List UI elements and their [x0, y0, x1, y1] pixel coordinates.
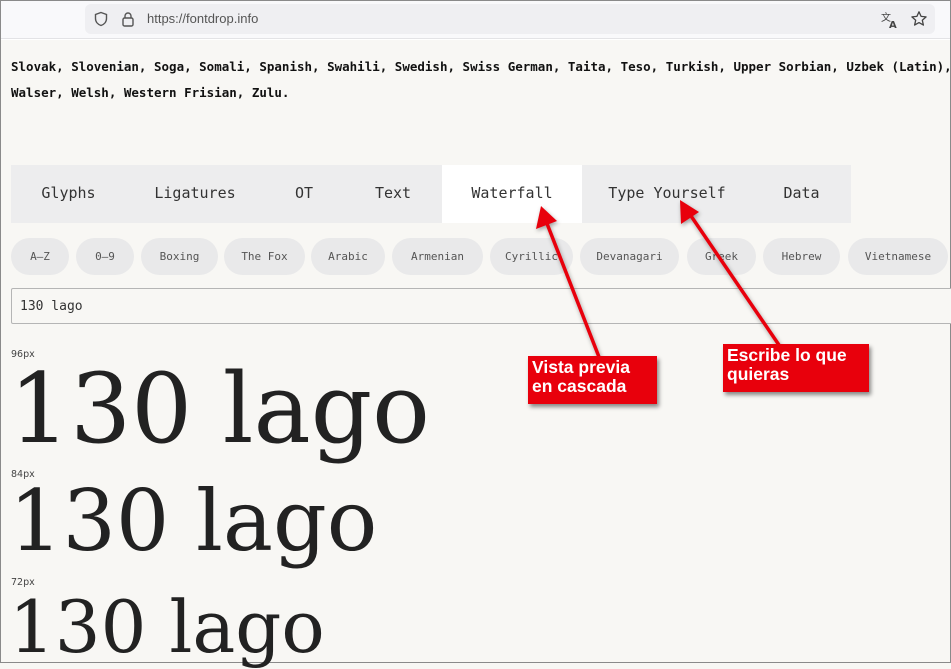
pill-devanagari[interactable]: Devanagari — [580, 238, 679, 275]
translate-icon[interactable]: 文A — [881, 11, 897, 31]
callout-type-yourself: Escribe lo que quieras — [723, 344, 869, 392]
address-bar[interactable]: https://fontdrop.info — [85, 4, 935, 34]
callout-waterfall-line-2: en cascada — [532, 376, 627, 396]
sample-pills: A–Z 0–9 Boxing The Fox Arabic Armenian C… — [11, 238, 951, 275]
callout-waterfall-preview: Vista previa en cascada — [528, 356, 657, 404]
waterfall-sample-84: 130 lago — [9, 472, 378, 570]
callout-type-line-2: quieras — [727, 364, 790, 384]
waterfall-sample-96: 130 lago — [9, 353, 430, 465]
callout-type-line-1: Escribe lo que — [727, 345, 847, 365]
pill-vietnamese[interactable]: Vietnamese — [848, 238, 948, 275]
tab-ot[interactable]: OT — [264, 165, 344, 223]
waterfall-sample-72: 130 lago — [9, 585, 325, 669]
browser-toolbar: https://fontdrop.info 文A — [1, 1, 950, 39]
languages-line-2: Walser, Welsh, Western Frisian, Zulu. — [11, 85, 290, 100]
pill-greek[interactable]: Greek — [687, 238, 756, 275]
pill-the-fox[interactable]: The Fox — [224, 238, 305, 275]
languages-clip: Slovak, Slovenian, Soga, Somali, Spanish… — [1, 40, 950, 80]
pill-arabic[interactable]: Arabic — [311, 238, 385, 275]
pill-boxing[interactable]: Boxing — [141, 238, 218, 275]
arrow-to-waterfall — [536, 206, 601, 358]
tab-type-yourself[interactable]: Type Yourself — [582, 165, 752, 223]
lock-icon[interactable] — [120, 11, 136, 27]
sample-text-input[interactable] — [11, 288, 951, 324]
pill-0-9[interactable]: 0–9 — [76, 238, 134, 275]
pill-a-z[interactable]: A–Z — [11, 238, 69, 275]
pill-armenian[interactable]: Armenian — [392, 238, 483, 275]
pill-cyrillic[interactable]: Cyrillic — [490, 238, 573, 275]
url-text: https://fontdrop.info — [147, 11, 259, 26]
shield-icon[interactable] — [93, 11, 109, 27]
svg-text:A: A — [889, 20, 897, 29]
languages-line-1: Slovak, Slovenian, Soga, Somali, Spanish… — [11, 59, 950, 74]
tab-text[interactable]: Text — [344, 165, 442, 223]
tab-bar: Glyphs Ligatures OT Text Waterfall Type … — [11, 165, 851, 223]
callout-waterfall-line-1: Vista previa — [532, 357, 630, 377]
pill-hebrew[interactable]: Hebrew — [763, 238, 840, 275]
tab-ligatures[interactable]: Ligatures — [126, 165, 264, 223]
tab-glyphs[interactable]: Glyphs — [11, 165, 126, 223]
tab-data[interactable]: Data — [752, 165, 851, 223]
tab-waterfall[interactable]: Waterfall — [442, 165, 582, 223]
star-icon[interactable] — [910, 10, 927, 26]
